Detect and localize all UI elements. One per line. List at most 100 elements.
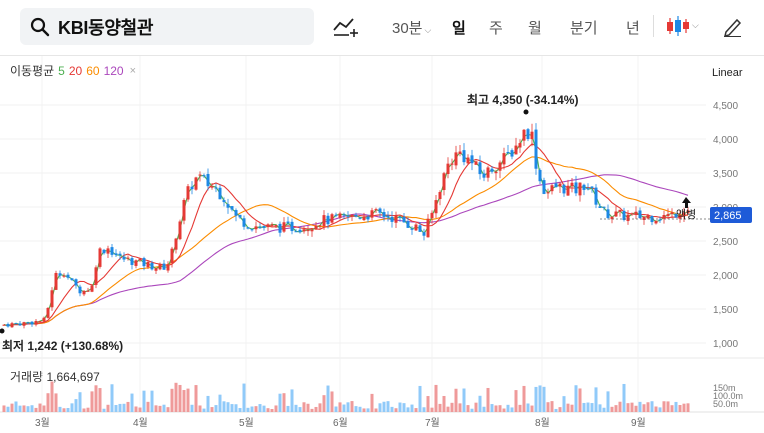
- candle-body: [330, 214, 334, 223]
- candle-body: [542, 180, 546, 194]
- candle-body: [526, 129, 530, 139]
- volume-bar: [530, 405, 534, 412]
- candle-body: [366, 216, 370, 220]
- volume-bar: [290, 389, 294, 412]
- candle-body: [538, 169, 542, 182]
- candle-body: [478, 162, 482, 175]
- volume-bar: [510, 407, 514, 412]
- candle-body: [142, 258, 146, 267]
- candle-body: [154, 268, 158, 271]
- price-tick-label: 1,500: [713, 305, 738, 316]
- candle-body: [426, 218, 430, 238]
- candle-body: [494, 171, 498, 174]
- candle-body: [378, 208, 382, 213]
- candle-body: [546, 192, 550, 194]
- volume-bar: [674, 401, 678, 412]
- volume-bar: [350, 401, 354, 412]
- volume-bar: [382, 401, 386, 412]
- volume-bar: [438, 403, 442, 412]
- chart-grid: [0, 56, 764, 413]
- volume-bar: [26, 406, 30, 412]
- volume-bar: [398, 402, 402, 412]
- candle-body: [482, 173, 486, 178]
- volume-bar: [302, 402, 306, 412]
- candle-body: [206, 173, 210, 187]
- volume-bar: [206, 395, 210, 412]
- candle-body: [386, 215, 390, 218]
- candle-body: [226, 204, 230, 208]
- volume-bar: [18, 405, 22, 412]
- low-marker: [0, 328, 5, 334]
- candle-body: [570, 182, 574, 187]
- volume-bar: [482, 406, 486, 412]
- candle-body: [42, 317, 46, 322]
- volume-bar: [498, 405, 502, 412]
- price-tick-label: 2,500: [713, 237, 738, 248]
- candle-body: [106, 248, 110, 254]
- candle-body: [270, 224, 274, 226]
- volume-bar: [274, 405, 278, 412]
- candle-body: [358, 217, 362, 219]
- volume-bar: [434, 384, 438, 412]
- candle-body: [314, 225, 318, 230]
- volume-bar: [122, 403, 126, 412]
- candle-body: [534, 129, 538, 169]
- volume-bar: [598, 404, 602, 412]
- volume-bar: [74, 399, 78, 412]
- date-tick-label: 3월: [35, 417, 50, 429]
- volume-bar: [6, 406, 10, 412]
- volume-bar: [630, 402, 634, 412]
- candle-body: [654, 220, 658, 224]
- candle-body: [190, 186, 194, 190]
- volume-bar: [522, 385, 526, 412]
- volume-bar: [514, 390, 518, 412]
- volume-bar: [2, 405, 6, 412]
- volume-bar: [650, 401, 654, 412]
- candle-body: [30, 321, 34, 325]
- volume-bar: [494, 405, 498, 412]
- volume-bar: [150, 390, 154, 412]
- candle-body: [618, 209, 622, 212]
- volume-bar: [394, 408, 398, 412]
- candle-body: [390, 216, 394, 222]
- candle-body: [18, 323, 22, 326]
- volume-bar: [114, 405, 118, 412]
- candle-body: [250, 229, 254, 231]
- candle-body: [230, 206, 234, 210]
- candle-body: [398, 216, 402, 218]
- candle-body: [110, 247, 114, 255]
- volume-bar: [10, 403, 14, 412]
- volume-bar: [474, 402, 478, 412]
- candle-body: [490, 168, 494, 172]
- volume-bar: [118, 403, 122, 412]
- candle-body: [210, 186, 214, 188]
- volume-bar: [222, 401, 226, 412]
- volume-bar: [354, 406, 358, 412]
- candle-body: [642, 216, 646, 220]
- volume-bar: [94, 385, 98, 412]
- volume-bar: [666, 401, 670, 412]
- volume-bar: [230, 404, 234, 412]
- candle-body: [382, 212, 386, 217]
- volume-bar: [558, 407, 562, 412]
- candle-body: [602, 206, 606, 208]
- price-tick-label: 4,000: [713, 135, 738, 146]
- volume-bar: [518, 404, 522, 412]
- volume-bar: [14, 401, 18, 412]
- candle-body: [370, 210, 374, 218]
- volume-bar: [606, 391, 610, 412]
- volume-bar: [546, 402, 550, 412]
- volume-bar: [662, 401, 666, 412]
- volume-bar: [306, 403, 310, 412]
- volume-bar: [342, 404, 346, 412]
- price-chart[interactable]: 4,5004,0003,5003,0002,5002,0001,5001,000…: [0, 0, 764, 433]
- candle-body: [450, 163, 454, 165]
- volume-bar: [162, 404, 166, 412]
- volume-bar: [54, 393, 58, 412]
- candle-body: [630, 213, 634, 215]
- volume-bar: [670, 405, 674, 412]
- price-tick-label: 4,500: [713, 101, 738, 112]
- volume-bar: [618, 401, 622, 412]
- volume-bar: [646, 402, 650, 412]
- candle-body: [90, 285, 94, 292]
